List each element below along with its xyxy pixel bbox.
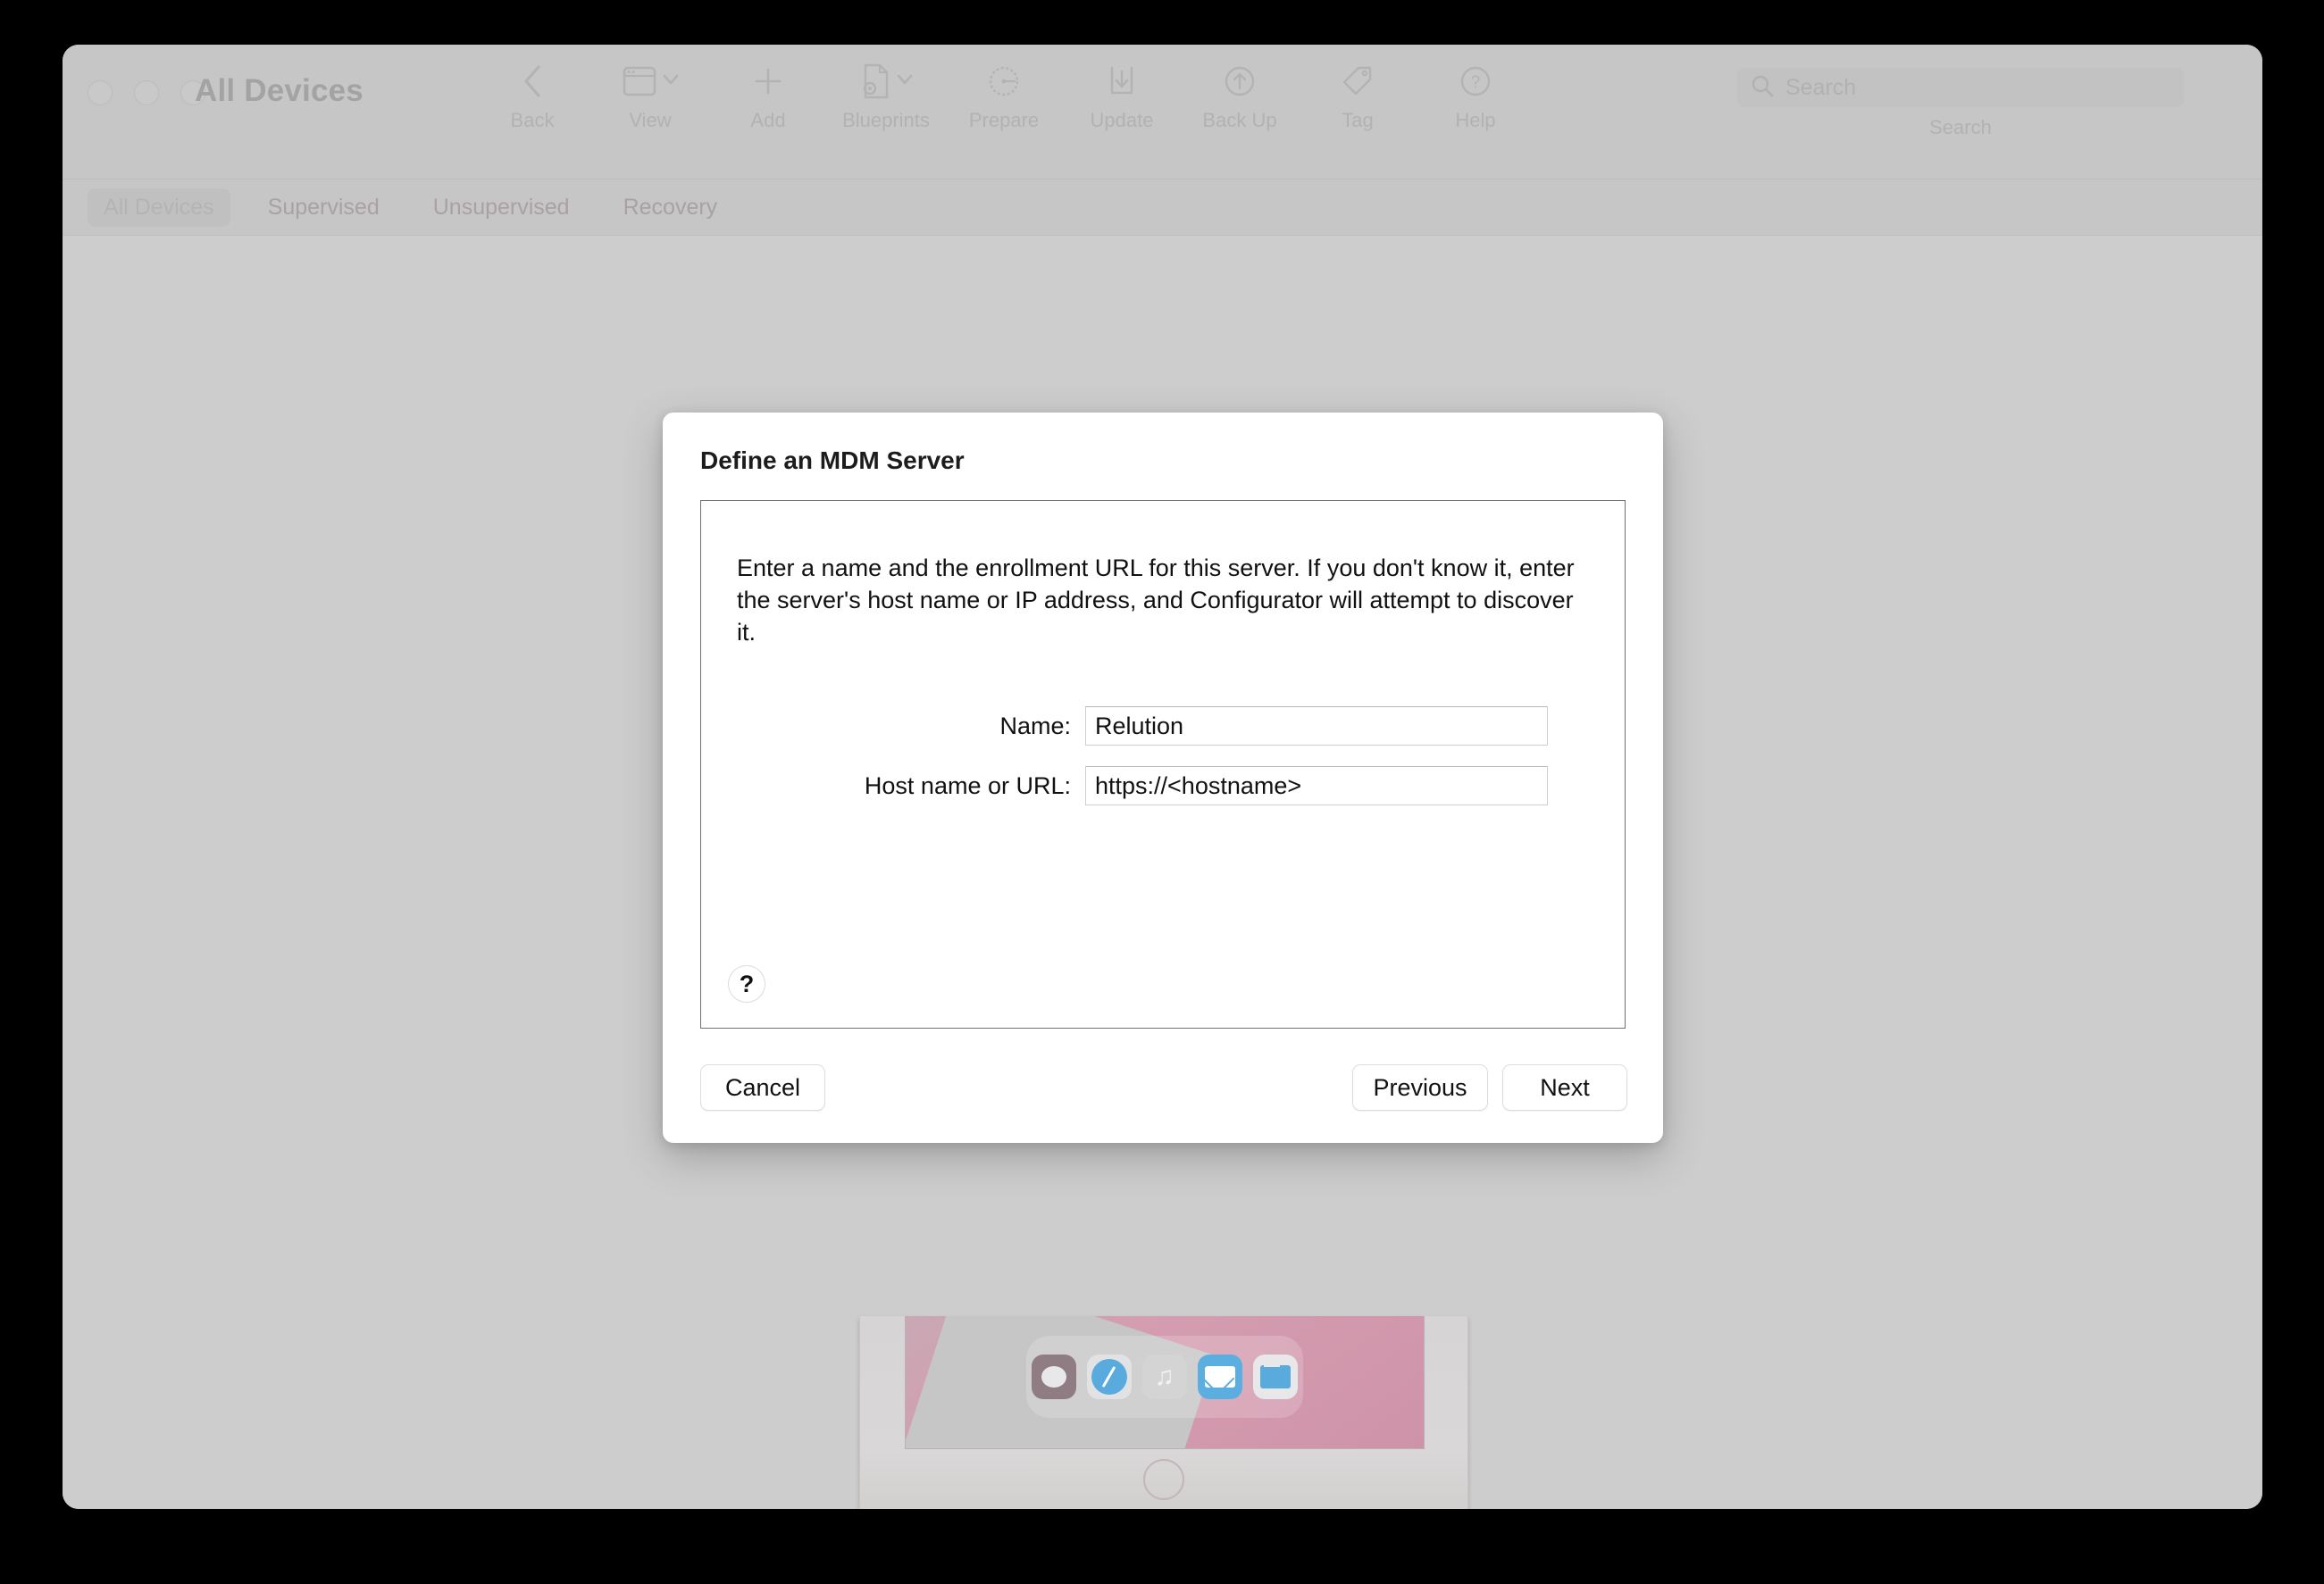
search-placeholder: Search (1785, 74, 1857, 100)
toolbar-button-add[interactable]: Add (709, 61, 827, 132)
next-button[interactable]: Next (1502, 1064, 1627, 1111)
form-row-name: Name: Relution (701, 706, 1625, 746)
upload-circle-icon (1223, 61, 1257, 102)
toolbar-button-help[interactable]: ? Help (1417, 61, 1534, 132)
toolbar-label: Update (1090, 109, 1154, 131)
host-label: Host name or URL: (864, 771, 1071, 799)
tab-supervised[interactable]: Supervised (252, 188, 396, 227)
ipad-dock: ♫ (1025, 1336, 1303, 1418)
define-mdm-server-dialog: Define an MDM Server Enter a name and th… (663, 413, 1663, 1143)
search-input[interactable]: Search (1737, 68, 2184, 107)
help-button[interactable]: ? (728, 965, 765, 1003)
toolbar-label: View (629, 109, 672, 131)
toolbar-button-backup[interactable]: Back Up (1181, 61, 1299, 132)
toolbar-label: Back (510, 109, 555, 131)
mail-icon (1197, 1355, 1242, 1399)
toolbar-label: Tag (1342, 109, 1374, 131)
svg-text:?: ? (1471, 73, 1481, 92)
cancel-button[interactable]: Cancel (700, 1064, 825, 1111)
dialog-description: Enter a name and the enrollment URL for … (737, 554, 1575, 646)
tab-all-devices[interactable]: All Devices (88, 188, 230, 227)
traffic-lights (88, 80, 205, 105)
search-area: Search Search (1737, 68, 2184, 139)
device-tile[interactable]: ♫ Demo iPad (858, 1316, 1468, 1509)
chevron-down-icon (662, 73, 679, 89)
home-button-icon (1142, 1459, 1184, 1500)
minimize-button[interactable] (134, 80, 159, 105)
screen-root: All Devices Back View Add Blueprints Pre… (0, 0, 2324, 1584)
name-input[interactable]: Relution (1085, 706, 1548, 746)
toolbar-label: Blueprints (842, 109, 930, 131)
tab-recovery[interactable]: Recovery (607, 188, 734, 227)
gear-clock-icon (987, 61, 1021, 102)
dialog-button-bar: Cancel Previous Next (700, 1064, 1627, 1111)
toolbar-items: Back View Add Blueprints Prepare Update … (473, 61, 1534, 132)
plus-icon (753, 61, 783, 102)
dialog-form: Name: Relution Host name or URL: https:/… (701, 706, 1625, 826)
ipad-illustration: ♫ (858, 1316, 1468, 1509)
ipad-screen: ♫ (904, 1316, 1425, 1449)
toolbar-button-update[interactable]: Update (1063, 61, 1181, 132)
previous-button[interactable]: Previous (1352, 1064, 1488, 1111)
toolbar-label: Prepare (968, 109, 1040, 131)
search-label: Search (1929, 116, 1992, 138)
toolbar-label: Back Up (1202, 109, 1277, 131)
window-title: All Devices (195, 73, 364, 108)
toolbar-label: Add (750, 109, 786, 131)
toolbar-button-blueprints[interactable]: Blueprints (827, 61, 945, 132)
name-label: Name: (999, 712, 1071, 739)
toolbar: All Devices Back View Add Blueprints Pre… (63, 45, 2262, 179)
files-icon (1252, 1355, 1298, 1399)
dialog-group-box: Enter a name and the enrollment URL for … (700, 500, 1626, 1029)
toolbar-button-back[interactable]: Back (473, 61, 591, 132)
safari-icon (1086, 1355, 1132, 1399)
toolbar-button-view[interactable]: View (591, 61, 709, 132)
music-icon: ♫ (1141, 1355, 1187, 1399)
window-icon (623, 66, 656, 96)
toolbar-label: Help (1455, 109, 1496, 131)
download-tray-icon (1107, 61, 1137, 102)
chevron-down-icon (896, 73, 913, 89)
close-button[interactable] (88, 80, 113, 105)
dialog-title: Define an MDM Server (700, 446, 965, 474)
tag-icon (1341, 61, 1375, 102)
chevron-left-icon (521, 61, 544, 102)
document-gear-icon (860, 63, 890, 99)
toolbar-button-tag[interactable]: Tag (1299, 61, 1417, 132)
tab-unsupervised[interactable]: Unsupervised (417, 188, 586, 227)
form-row-host: Host name or URL: https://<hostname> (701, 766, 1625, 805)
question-circle-icon: ? (1459, 61, 1492, 102)
toolbar-button-prepare[interactable]: Prepare (945, 61, 1063, 132)
tab-bar: All Devices Supervised Unsupervised Reco… (63, 179, 2262, 236)
host-input[interactable]: https://<hostname> (1085, 766, 1548, 805)
messages-icon (1031, 1355, 1076, 1399)
search-icon (1750, 73, 1775, 103)
